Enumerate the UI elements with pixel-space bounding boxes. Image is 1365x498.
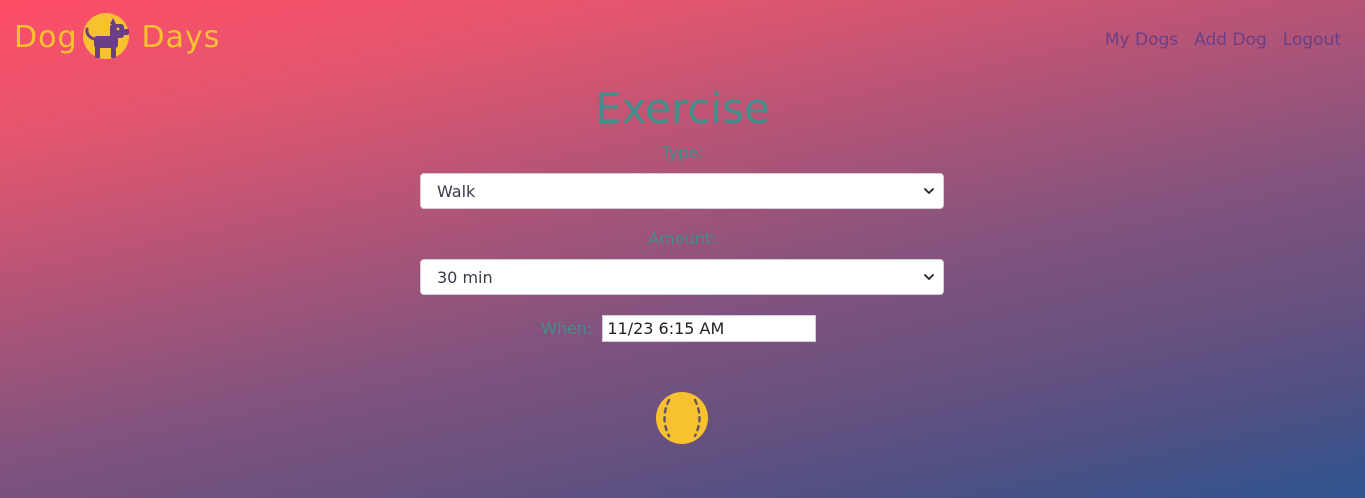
type-select[interactable]: Walk [420,173,944,209]
amount-select-value: 30 min [437,267,493,287]
nav-add-dog[interactable]: Add Dog [1194,30,1267,50]
amount-select[interactable]: 30 min [420,259,944,295]
top-nav: My Dogs Add Dog Logout [1105,30,1341,50]
chevron-down-icon [924,274,934,280]
when-datetime-input[interactable]: 11/23 6:15 AM [602,314,817,342]
brand-logo-link[interactable]: Dog Days [14,12,220,64]
tennis-ball-icon[interactable] [655,391,709,445]
nav-my-dogs[interactable]: My Dogs [1105,30,1178,50]
type-label: Type: [661,143,704,162]
dog-sun-logo-icon [82,13,129,59]
nav-logout[interactable]: Logout [1283,30,1341,50]
brand-word-days: Days [141,20,221,55]
chevron-down-icon [924,188,934,194]
page-title: Exercise [595,84,770,133]
when-row: When: 11/23 6:15 AM [541,314,817,342]
when-label: When: [541,318,593,338]
type-select-value: Walk [437,181,476,201]
brand-word-dog: Dog [14,20,78,55]
amount-label: Amount: [648,229,717,248]
